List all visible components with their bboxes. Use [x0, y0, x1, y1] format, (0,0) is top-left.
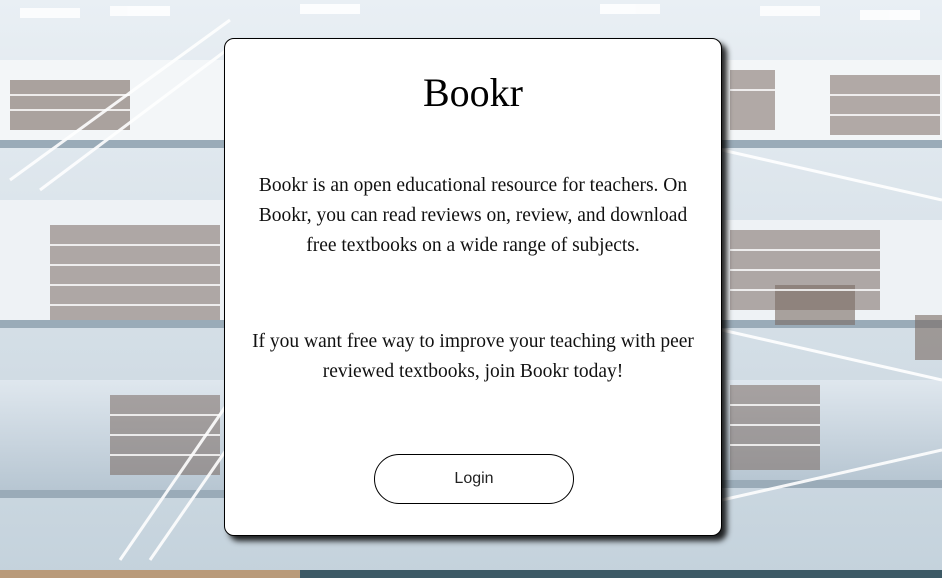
login-button[interactable]: Login	[374, 454, 574, 504]
page-title: Bookr	[423, 70, 523, 115]
intro-description: Bookr is an open educational resource fo…	[258, 175, 688, 256]
welcome-card: Bookr Bookr is an open educational resou…	[224, 38, 722, 536]
call-to-action-text: If you want free way to improve your tea…	[252, 331, 694, 382]
